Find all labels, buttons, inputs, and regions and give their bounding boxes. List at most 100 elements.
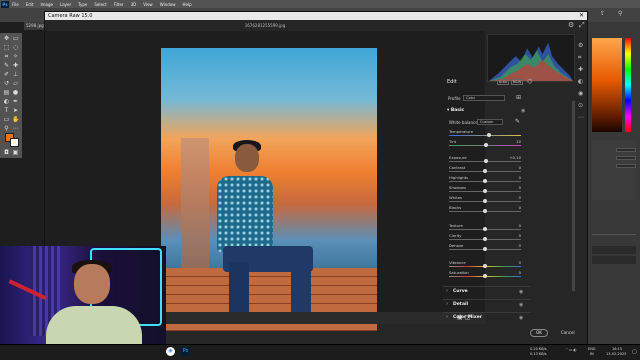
slider-contrast[interactable]: Contrast 0 [449, 165, 523, 175]
pen-tool-icon[interactable]: ✒ [12, 99, 19, 105]
slider-value[interactable]: 10 [516, 139, 521, 144]
cancel-button[interactable]: Cancel [561, 329, 575, 337]
slider-thumb[interactable] [483, 199, 487, 203]
slider-thumb[interactable] [483, 274, 487, 278]
color-mixer-section[interactable]: › Color Mixer ◉ [443, 312, 531, 322]
visibility-eye-icon[interactable]: ◉ [519, 302, 523, 308]
lasso-tool-icon[interactable]: ◌ [12, 45, 19, 51]
slider-thumb[interactable] [486, 133, 491, 137]
slider-saturation[interactable]: Saturation 0 [449, 270, 523, 280]
visibility-eye-icon[interactable]: ◉ [519, 315, 523, 321]
panel-field[interactable] [616, 156, 636, 160]
menu-type[interactable]: Type [78, 2, 87, 7]
visibility-eye-icon[interactable]: ◉ [519, 289, 523, 295]
zoom-tool-icon[interactable]: ⚲ [3, 126, 10, 132]
panel-field[interactable] [616, 164, 636, 168]
doc-tab[interactable]: 5298.jpg [24, 22, 44, 30]
auto-button[interactable]: Auto [497, 79, 509, 85]
tray-chevron-icon[interactable]: ˄ ▭ ◖) [566, 348, 577, 352]
layer-row[interactable] [592, 256, 636, 264]
slider-thumb[interactable] [483, 247, 487, 251]
slider-texture[interactable]: Texture 0 [449, 223, 523, 233]
shape-tool-icon[interactable]: ▭ [3, 117, 10, 123]
blur-tool-icon[interactable]: ● [12, 90, 19, 96]
crop-tool-icon[interactable]: ⌗ [3, 54, 10, 60]
white-balance-select[interactable]: Custom [477, 119, 503, 125]
presets-icon[interactable]: ⊙ [578, 102, 583, 109]
ok-button[interactable]: OK [530, 329, 548, 337]
slider-thumb[interactable] [483, 237, 487, 241]
color-picker-field[interactable] [592, 38, 622, 132]
slider-thumb[interactable] [483, 264, 487, 268]
magic-wand-icon[interactable]: ✧ [12, 54, 19, 60]
heal-tool-icon[interactable]: ✚ [12, 63, 19, 69]
profile-select[interactable]: Color [463, 95, 505, 101]
menu-3d[interactable]: 3D [131, 2, 137, 7]
gradient-tool-icon[interactable]: ▤ [3, 90, 10, 96]
slider-value[interactable]: 0 [519, 165, 521, 170]
slider-thumb[interactable] [484, 159, 489, 163]
path-select-icon[interactable]: ➤ [12, 108, 19, 114]
more-icon[interactable]: ⋯ [578, 114, 584, 121]
menu-window[interactable]: Window [160, 2, 176, 7]
slider-value[interactable]: 0 [519, 175, 521, 180]
crop-icon[interactable]: ⌗ [578, 54, 581, 62]
color-hue-bar[interactable] [625, 38, 631, 132]
slider-thumb[interactable] [483, 169, 487, 173]
curve-section[interactable]: › Curve ◉ [443, 286, 531, 296]
close-icon[interactable]: ✕ [579, 12, 584, 19]
menu-select[interactable]: Select [94, 2, 106, 7]
slider-tint[interactable]: Tint 10 [449, 139, 523, 149]
marquee-tool-icon[interactable]: ⬚ [3, 45, 10, 51]
slider-exposure[interactable]: Exposure +0.10 [449, 155, 523, 165]
hand-tool-icon[interactable]: ✋ [12, 117, 19, 123]
panel-scrollbar[interactable] [572, 101, 575, 291]
photoshop-taskbar-icon[interactable]: Ps [181, 347, 190, 356]
slider-value[interactable]: 0 [519, 223, 521, 228]
eyedropper-tool-icon[interactable]: ✎ [3, 63, 10, 69]
slider-vibrance[interactable]: Vibrance 0 [449, 260, 523, 270]
search-icon[interactable]: ⚲ [618, 10, 622, 17]
slider-value[interactable]: 0 [519, 233, 521, 238]
clock-date[interactable]: 13-02-2023 [606, 352, 626, 356]
slider-value[interactable]: 0 [519, 260, 521, 265]
menu-edit[interactable]: Edit [26, 2, 34, 7]
menu-view[interactable]: View [143, 2, 153, 7]
slider-value[interactable]: 0 [519, 205, 521, 210]
detail-section[interactable]: › Detail ◉ [443, 299, 531, 309]
stamp-tool-icon[interactable]: ⊥ [12, 72, 19, 78]
slider-track[interactable] [449, 135, 521, 136]
slider-shadows[interactable]: Shadows 0 [449, 185, 523, 195]
edit-tool-icon[interactable]: ⚙ [578, 42, 583, 49]
menu-filter[interactable]: Filter [114, 2, 124, 7]
move-tool-icon[interactable]: ✥ [3, 36, 10, 42]
dodge-tool-icon[interactable]: ◐ [3, 99, 10, 105]
settings-icon[interactable]: ⌬ [527, 78, 532, 85]
share-icon[interactable]: ⇪ [600, 10, 605, 17]
eraser-tool-icon[interactable]: ▱ [12, 81, 19, 87]
slider-value[interactable]: 0 [519, 195, 521, 200]
slider-thumb[interactable] [483, 189, 487, 193]
more-tools-icon[interactable]: ⋯ [12, 126, 19, 132]
slider-thumb[interactable] [483, 209, 487, 213]
slider-thumb[interactable] [483, 179, 487, 183]
slider-thumb[interactable] [483, 227, 487, 231]
chrome-icon[interactable]: ◉ [166, 347, 175, 356]
brush-tool-icon[interactable]: ✐ [3, 72, 10, 78]
slider-highlights[interactable]: Highlights 0 [449, 175, 523, 185]
quick-mask-icon[interactable]: ◘ [3, 150, 10, 156]
panel-field[interactable] [616, 148, 636, 152]
slider-value[interactable]: +0.10 [509, 155, 521, 160]
menu-layer[interactable]: Layer [60, 2, 71, 7]
slider-thumb[interactable] [484, 143, 489, 147]
history-brush-icon[interactable]: ↺ [3, 81, 10, 87]
slider-whites[interactable]: Whites 0 [449, 195, 523, 205]
red-eye-icon[interactable]: ◉ [578, 90, 583, 97]
fullscreen-icon[interactable]: ⤢ [579, 21, 585, 30]
visibility-eye-icon[interactable]: ◉ [521, 108, 525, 114]
slider-value[interactable]: 0 [519, 243, 521, 248]
basic-section-header[interactable]: ▾ Basic [447, 108, 464, 113]
heal-icon[interactable]: ✚ [578, 66, 583, 73]
background-color-swatch[interactable] [10, 138, 19, 147]
slider-value[interactable]: 0 [519, 270, 521, 275]
